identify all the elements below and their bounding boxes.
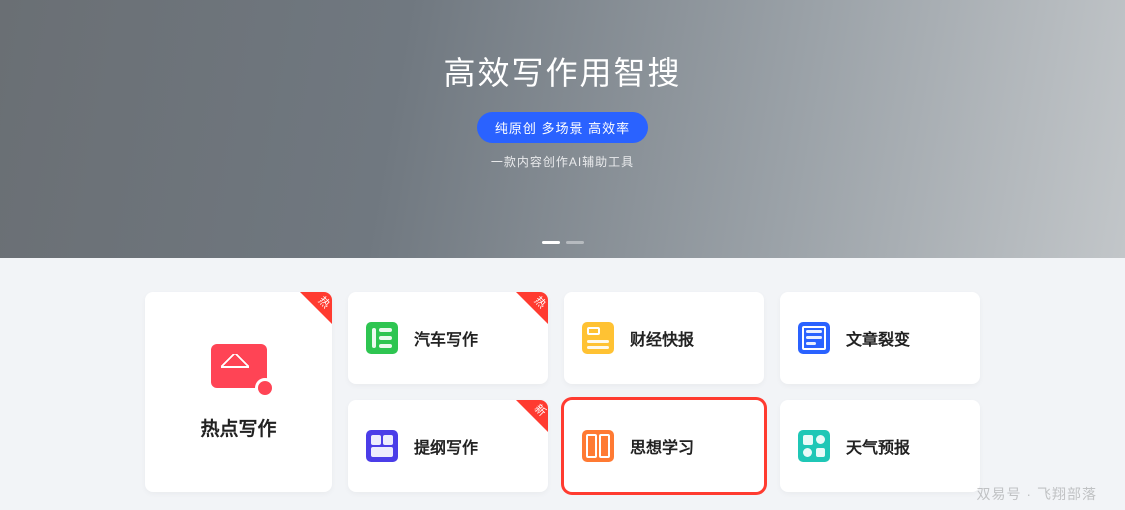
card-label: 提纲写作 — [414, 434, 478, 458]
carousel-dot-1[interactable] — [542, 241, 560, 244]
hero-subtitle: 一款内容创作AI辅助工具 — [491, 153, 634, 170]
yellow-icon — [582, 322, 614, 354]
new-badge: 新 — [516, 400, 548, 432]
carousel-dot-2[interactable] — [566, 241, 584, 244]
card-purple[interactable]: 新提纲写作 — [348, 400, 548, 492]
watermark: 双易号 · 飞翔部落 — [977, 484, 1097, 504]
featured-card[interactable]: 热 热点写作 — [145, 292, 332, 492]
card-yellow[interactable]: 财经快报 — [564, 292, 764, 384]
teal-icon — [798, 430, 830, 462]
card-label: 财经快报 — [630, 326, 694, 350]
card-label: 天气预报 — [846, 434, 910, 458]
card-teal[interactable]: 天气预报 — [780, 400, 980, 492]
hero-title: 高效写作用智搜 — [443, 48, 681, 94]
card-label: 思想学习 — [630, 434, 694, 458]
hot-writing-icon — [211, 344, 267, 388]
card-green[interactable]: 热汽车写作 — [348, 292, 548, 384]
carousel-dots — [542, 241, 584, 244]
hero-pill: 纯原创 多场景 高效率 — [477, 112, 648, 143]
card-label: 文章裂变 — [846, 326, 910, 350]
card-blue[interactable]: 文章裂变 — [780, 292, 980, 384]
green-icon — [366, 322, 398, 354]
card-label: 汽车写作 — [414, 326, 478, 350]
card-orange[interactable]: 思想学习 — [564, 400, 764, 492]
hot-badge: 热 — [300, 292, 332, 324]
purple-icon — [366, 430, 398, 462]
blue-icon — [798, 322, 830, 354]
hero-banner: 高效写作用智搜 纯原创 多场景 高效率 一款内容创作AI辅助工具 — [0, 0, 1125, 258]
card-grid: 热汽车写作 财经快报 文章裂变新提纲写作 思想学习 天气预报 — [348, 292, 980, 492]
orange-icon — [582, 430, 614, 462]
hot-badge: 热 — [516, 292, 548, 324]
cards-area: 热 热点写作 热汽车写作 财经快报 文章裂变新提纲写作 思想学习 天气预报 — [0, 258, 1125, 492]
featured-card-label: 热点写作 — [200, 414, 276, 441]
